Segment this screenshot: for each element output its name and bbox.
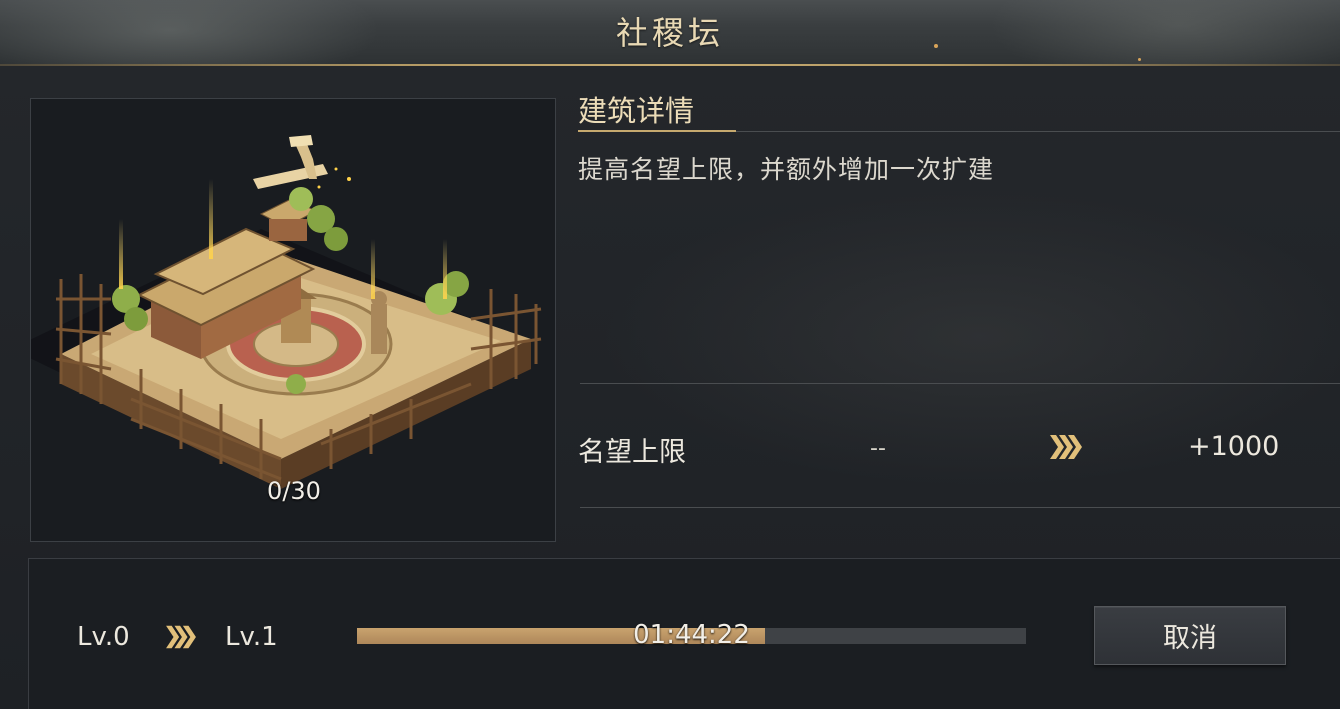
level-current: Lv.0 bbox=[77, 622, 130, 652]
triple-chevron-right-icon bbox=[1050, 435, 1082, 459]
building-progress-count: 0/30 bbox=[267, 477, 321, 505]
stat-next-value: +1000 bbox=[1188, 431, 1280, 462]
page-title: 社稷坛 bbox=[615, 14, 724, 52]
level-next: Lv.1 bbox=[225, 622, 278, 652]
cancel-button[interactable]: 取消 bbox=[1094, 606, 1286, 665]
section-title-underline bbox=[578, 130, 736, 132]
building-description: 提高名望上限，并额外增加一次扩建 bbox=[578, 155, 995, 184]
building-construction-illustration bbox=[31, 135, 542, 489]
ember-particle bbox=[1138, 58, 1141, 61]
triple-chevron-right-icon bbox=[166, 625, 196, 649]
upgrade-progress-bar: 01:44:22 bbox=[357, 620, 1026, 650]
stat-row-divider-top bbox=[580, 383, 1340, 384]
section-divider bbox=[736, 131, 1340, 132]
section-title: 建筑详情 bbox=[578, 94, 695, 128]
stat-label: 名望上限 bbox=[578, 437, 686, 468]
upgrade-timer: 01:44:22 bbox=[633, 620, 750, 650]
stat-row-divider-bottom bbox=[580, 507, 1340, 508]
stat-current-value: -- bbox=[870, 436, 886, 461]
building-image-panel: 0/30 bbox=[30, 98, 556, 542]
